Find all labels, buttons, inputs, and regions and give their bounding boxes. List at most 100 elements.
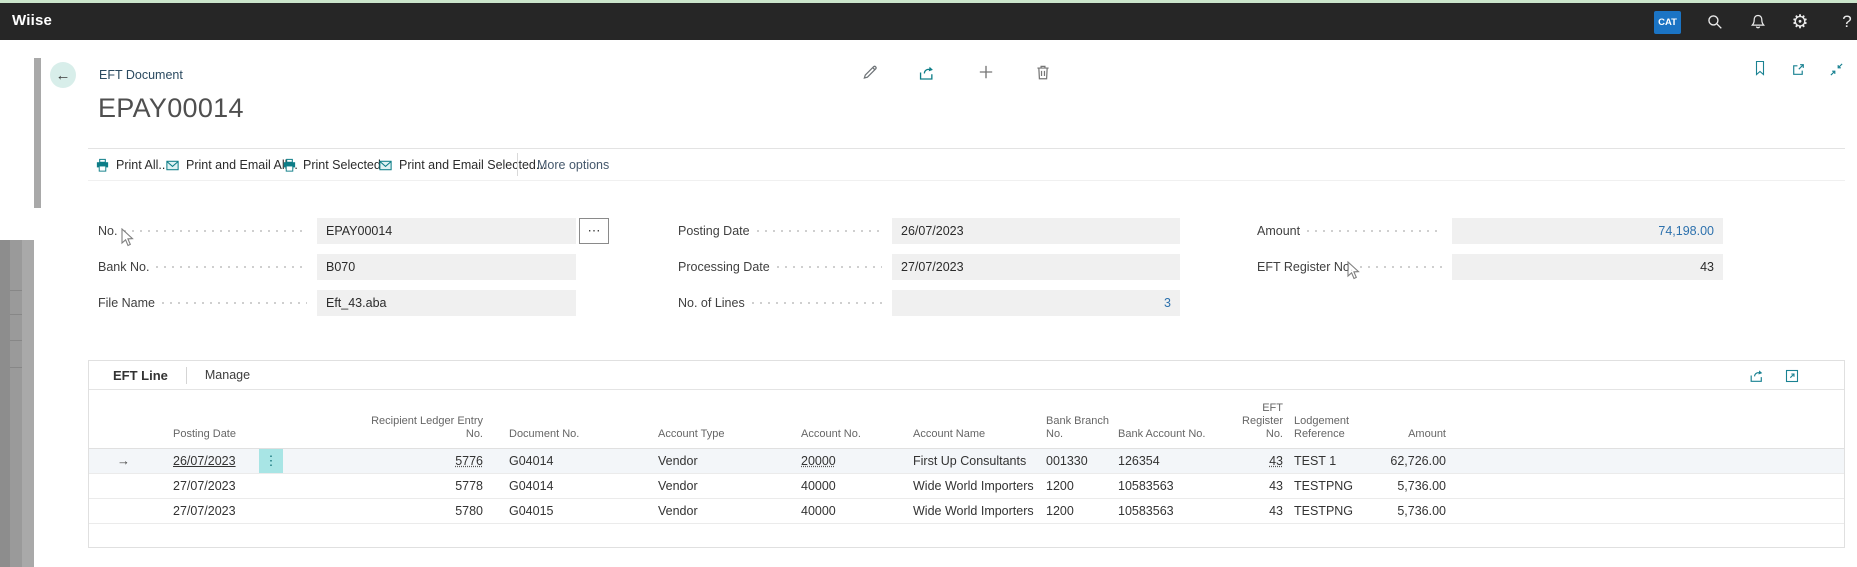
cell-amount[interactable]: 5,736.00 (1374, 504, 1446, 519)
left-window-edge (10, 240, 22, 567)
back-arrow-icon: ← (56, 67, 71, 84)
cell-account-type[interactable]: Vendor (658, 504, 798, 519)
cell-recipient-ledger-entry-no[interactable]: 5778 (286, 479, 483, 494)
table-row[interactable]: → 26/07/2023 ⋮ 5776 G04014 Vendor 20000 … (89, 449, 1844, 474)
cell-eft-register-no[interactable]: 43 (1230, 479, 1283, 494)
cell-document-no[interactable]: G04014 (509, 454, 654, 469)
col-bank-account-no[interactable]: Bank Account No. (1118, 428, 1230, 441)
share-icon[interactable] (916, 62, 936, 82)
page-title: EPAY00014 (98, 93, 244, 124)
search-icon[interactable] (1705, 12, 1725, 32)
cell-posting-date[interactable]: 27/07/2023 (173, 504, 251, 519)
print-email-icon (378, 158, 393, 173)
print-and-email-selected-button[interactable]: Print and Email Selected... (378, 155, 546, 175)
row-menu-icon[interactable]: ⋮ (259, 449, 283, 473)
print-and-email-all-button[interactable]: Print and Email All... (165, 155, 298, 175)
cell-amount[interactable]: 5,736.00 (1374, 479, 1446, 494)
help-icon[interactable]: ? (1837, 12, 1857, 32)
no-of-lines-field[interactable]: 3 (892, 290, 1180, 316)
printer-icon (282, 158, 297, 173)
cell-bank-account-no[interactable]: 10583563 (1118, 479, 1230, 494)
back-button[interactable]: ← (50, 62, 76, 88)
col-account-no[interactable]: Account No. (801, 428, 909, 441)
table-row[interactable]: 27/07/2023 5778 G04014 Vendor 40000 Wide… (89, 474, 1844, 499)
no-field[interactable]: EPAY00014 (317, 218, 576, 244)
print-selected-button[interactable]: Print Selected... (282, 155, 391, 175)
amount-field[interactable]: 74,198.00 (1452, 218, 1723, 244)
col-document-no[interactable]: Document No. (509, 428, 654, 441)
bookmark-icon[interactable] (1750, 58, 1770, 78)
col-amount[interactable]: Amount (1374, 428, 1446, 441)
cell-account-no[interactable]: 40000 (801, 479, 909, 494)
eft-register-no-field[interactable]: 43 (1452, 254, 1723, 280)
tab-manage[interactable]: Manage (205, 368, 250, 382)
action-label: Print All... (116, 158, 169, 172)
bank-no-field[interactable]: B070 (317, 254, 576, 280)
cell-amount[interactable]: 62,726.00 (1374, 454, 1446, 469)
cell-account-no[interactable]: 20000 (801, 454, 909, 469)
settings-gear-icon[interactable]: ⚙ (1790, 12, 1810, 32)
collapse-icon[interactable] (1826, 59, 1846, 79)
open-in-new-window-icon[interactable] (1788, 59, 1808, 79)
cell-posting-date[interactable]: 26/07/2023 (173, 454, 251, 469)
cell-lodgement-reference[interactable]: TESTPNG (1294, 479, 1374, 494)
field-label-no-of-lines: No. of Lines (678, 290, 886, 316)
notifications-bell-icon[interactable] (1748, 12, 1768, 32)
delete-trash-icon[interactable] (1033, 62, 1053, 82)
add-plus-icon[interactable] (976, 62, 996, 82)
table-row[interactable]: 27/07/2023 5780 G04015 Vendor 40000 Wide… (89, 499, 1844, 524)
col-lodgement-reference[interactable]: Lodgement Reference (1294, 415, 1374, 441)
left-window-edge (22, 240, 34, 567)
col-eft-register-no[interactable]: EFT Register No. (1230, 402, 1283, 441)
cell-document-no[interactable]: G04014 (509, 479, 654, 494)
mouse-cursor (121, 228, 134, 247)
col-account-type[interactable]: Account Type (658, 428, 798, 441)
cell-account-name[interactable]: First Up Consultants (913, 454, 1043, 469)
file-name-field[interactable]: Eft_43.aba (317, 290, 576, 316)
print-all-button[interactable]: Print All... (95, 155, 169, 175)
cell-bank-branch-no[interactable]: 001330 (1046, 454, 1116, 469)
cell-account-name[interactable]: Wide World Importers (913, 504, 1043, 519)
field-label-bank-no: Bank No. (98, 254, 311, 280)
app-logo[interactable]: Wiise (12, 12, 52, 29)
cell-account-name[interactable]: Wide World Importers (913, 479, 1043, 494)
divider (88, 148, 1845, 149)
cell-lodgement-reference[interactable]: TESTPNG (1294, 504, 1374, 519)
more-options-button[interactable]: More options (537, 158, 609, 172)
selected-row-arrow-icon: → (111, 453, 151, 469)
print-email-icon (165, 158, 180, 173)
cell-recipient-ledger-entry-no[interactable]: 5780 (286, 504, 483, 519)
action-bar-divider (517, 153, 518, 176)
processing-date-field[interactable]: 27/07/2023 (892, 254, 1180, 280)
tab-eft-line[interactable]: EFT Line (113, 368, 168, 383)
cell-lodgement-reference[interactable]: TEST 1 (1294, 454, 1374, 469)
col-account-name[interactable]: Account Name (913, 428, 1043, 441)
cell-account-no[interactable]: 40000 (801, 504, 909, 519)
cell-bank-account-no[interactable]: 126354 (1118, 454, 1230, 469)
col-bank-branch-no[interactable]: Bank Branch No. (1046, 415, 1116, 441)
cell-bank-account-no[interactable]: 10583563 (1118, 504, 1230, 519)
eft-document-page: Wiise CAT ⚙ ? ← EFT Document EPAY00014 (0, 0, 1857, 567)
cell-eft-register-no[interactable]: 43 (1230, 454, 1283, 469)
cell-document-no[interactable]: G04015 (509, 504, 654, 519)
top-navigation-bar: Wiise CAT ⚙ ? (0, 3, 1857, 40)
col-posting-date[interactable]: Posting Date (173, 428, 251, 441)
divider (88, 180, 1845, 181)
col-recipient-ledger-entry-no[interactable]: Recipient Ledger Entry No. (286, 415, 483, 441)
assist-edit-button[interactable]: ⋯ (579, 218, 609, 244)
edit-pencil-icon[interactable] (860, 62, 880, 82)
cell-bank-branch-no[interactable]: 1200 (1046, 504, 1116, 519)
cell-account-type[interactable]: Vendor (658, 454, 798, 469)
cell-bank-branch-no[interactable]: 1200 (1046, 479, 1116, 494)
cell-posting-date[interactable]: 27/07/2023 (173, 479, 251, 494)
company-badge[interactable]: CAT (1654, 11, 1681, 34)
share-icon[interactable] (1747, 366, 1766, 385)
table-header-row: Posting Date Recipient Ledger Entry No. … (89, 390, 1844, 449)
cell-recipient-ledger-entry-no[interactable]: 5776 (286, 454, 483, 469)
field-label-file-name: File Name (98, 290, 311, 316)
expand-icon[interactable] (1782, 366, 1801, 385)
cell-account-type[interactable]: Vendor (658, 479, 798, 494)
field-label-processing-date: Processing Date (678, 254, 886, 280)
posting-date-field[interactable]: 26/07/2023 (892, 218, 1180, 244)
cell-eft-register-no[interactable]: 43 (1230, 504, 1283, 519)
